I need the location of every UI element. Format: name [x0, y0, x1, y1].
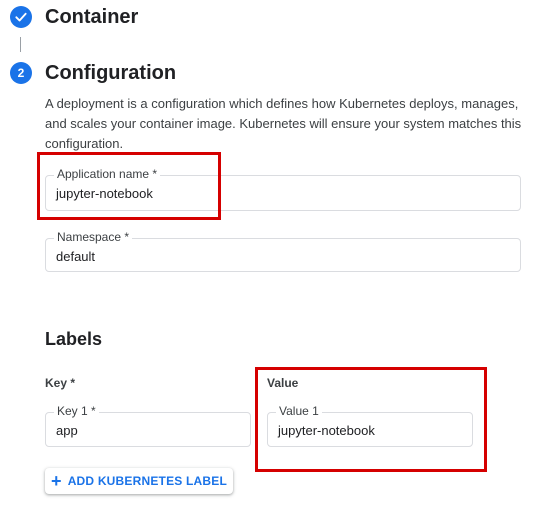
- namespace-field[interactable]: Namespace * default: [45, 230, 521, 272]
- label-key-1-label: Key 1 *: [54, 404, 99, 418]
- label-key-1-field[interactable]: Key 1 * app: [45, 404, 251, 447]
- add-kubernetes-label-text: ADD KUBERNETES LABEL: [67, 474, 228, 488]
- key-column-header: Key *: [45, 376, 76, 390]
- plus-icon: +: [50, 471, 62, 491]
- configuration-description: A deployment is a configuration which de…: [45, 96, 522, 151]
- add-kubernetes-label-button[interactable]: + ADD KUBERNETES LABEL: [45, 468, 233, 494]
- highlight-application-name: [37, 152, 221, 220]
- namespace-value: default: [56, 249, 96, 264]
- label-key-1-value: app: [56, 423, 78, 438]
- highlight-label-value: [255, 367, 487, 472]
- step-number-badge: 2: [10, 62, 32, 84]
- labels-section-title: Labels: [45, 329, 103, 349]
- namespace-label: Namespace *: [54, 230, 133, 244]
- step-connector: [20, 37, 21, 52]
- step-complete-check-icon: [10, 6, 32, 28]
- step-title-container[interactable]: Container: [45, 6, 138, 29]
- check-icon: [15, 12, 27, 22]
- step-title-configuration: Configuration: [45, 62, 177, 84]
